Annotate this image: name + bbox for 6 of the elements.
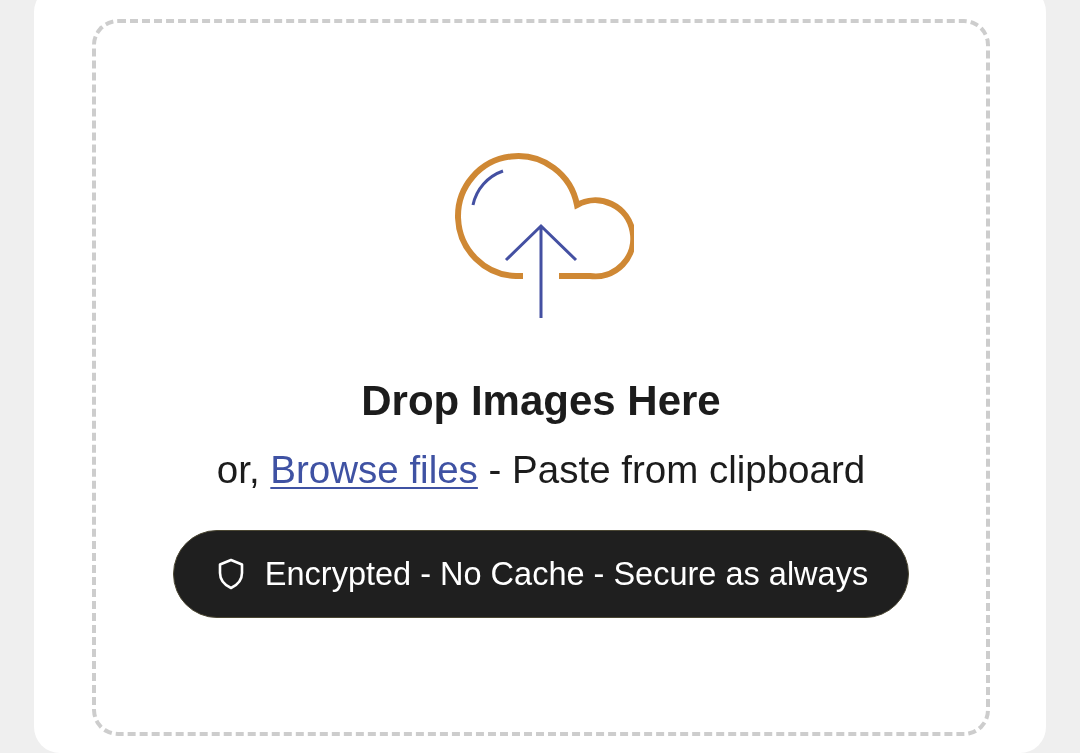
drop-zone[interactable]: Drop Images Here or, Browse files - Paste from clipboard Encrypted - No Cache - Secure as always: [92, 19, 990, 736]
shield-icon: [217, 558, 244, 590]
drop-images-title: Drop Images Here: [361, 376, 721, 426]
upload-instructions: or, Browse files - Paste from clipboard: [216, 447, 866, 493]
browse-files-link[interactable]: Browse files: [270, 448, 478, 491]
security-notice-text: Encrypted - No Cache - Secure as always: [264, 555, 869, 594]
